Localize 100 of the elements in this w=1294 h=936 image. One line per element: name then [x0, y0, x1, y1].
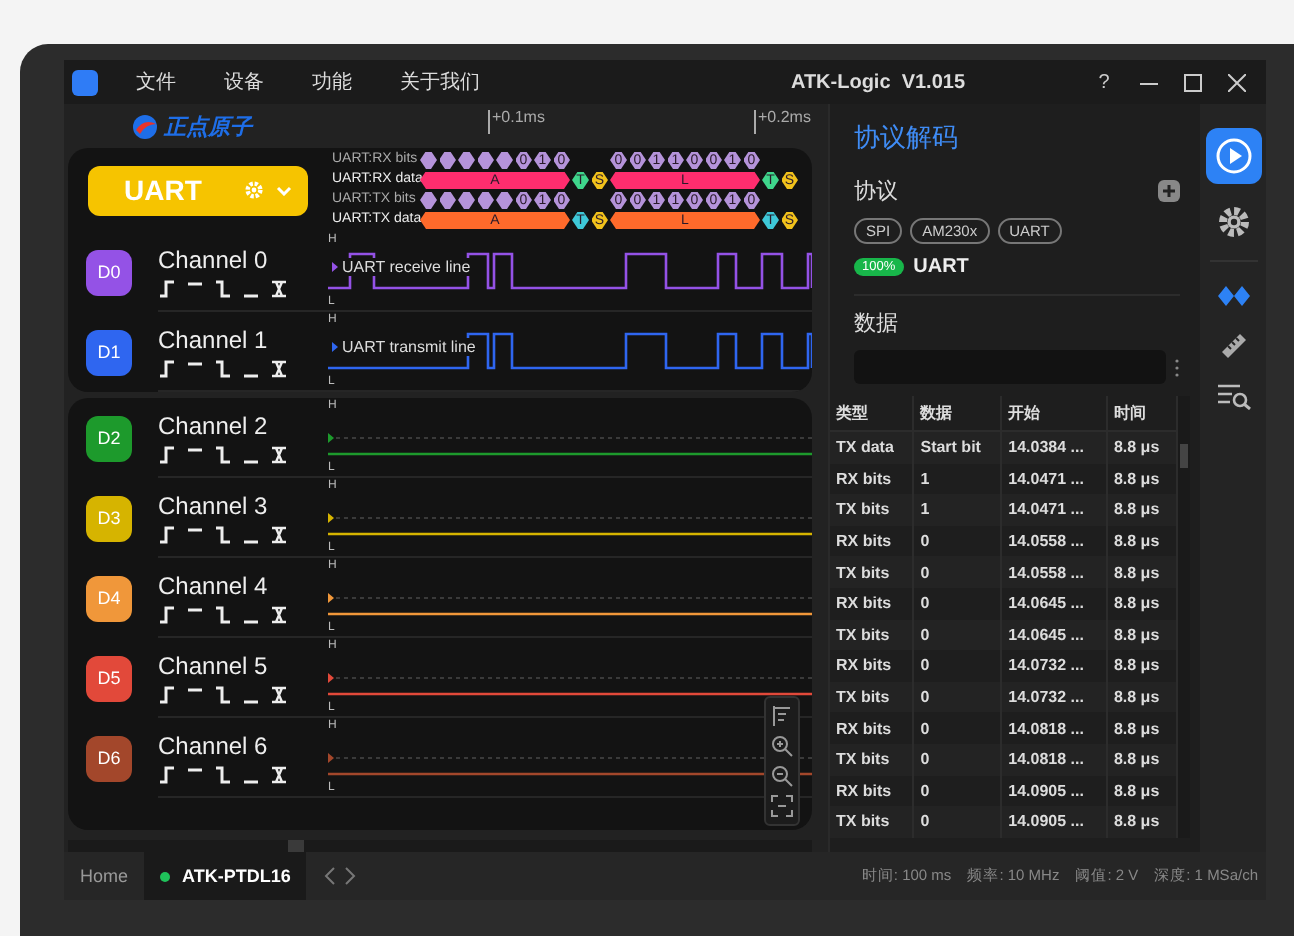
- fit-screen-icon[interactable]: [770, 794, 794, 818]
- falling-edge-icon[interactable]: [214, 279, 232, 297]
- time-tick-label: +0.1ms: [488, 110, 545, 134]
- any-edge-icon[interactable]: [270, 525, 288, 543]
- chevron-left-icon[interactable]: [322, 866, 337, 886]
- any-edge-icon[interactable]: [270, 685, 288, 703]
- channel-name: Channel 6: [158, 731, 270, 759]
- table-cell: 1: [913, 494, 1002, 526]
- table-cell: 14.0558 ...: [1001, 556, 1107, 588]
- table-cell: 8.8 μs: [1106, 619, 1177, 651]
- channel-marker-icon: [328, 593, 334, 603]
- rising-edge-icon[interactable]: [158, 445, 176, 463]
- channel-badge[interactable]: D5: [86, 655, 132, 701]
- channel-badge[interactable]: D2: [86, 415, 132, 461]
- chevron-right-icon[interactable]: [344, 866, 359, 886]
- table-cell: 14.0384 ...: [1001, 431, 1107, 464]
- table-cell: 8.8 μs: [1106, 431, 1177, 464]
- logo-swirl-icon: [132, 113, 158, 139]
- more-options-icon[interactable]: [1174, 357, 1180, 377]
- channel-annotation: UART receive line: [340, 258, 473, 276]
- channel-marker-icon: [332, 262, 338, 272]
- horizontal-scrollbar[interactable]: [68, 840, 812, 852]
- settings-icon: [244, 180, 264, 200]
- rising-edge-icon[interactable]: [158, 765, 176, 783]
- table-cell: TX bits: [830, 743, 914, 776]
- any-edge-icon[interactable]: [270, 279, 288, 297]
- rising-edge-icon[interactable]: [158, 359, 176, 377]
- ruler-icon[interactable]: [1217, 330, 1249, 362]
- falling-edge-icon[interactable]: [214, 765, 232, 783]
- table-cell: 8.8 μs: [1106, 681, 1177, 713]
- any-edge-icon[interactable]: [270, 765, 288, 783]
- play-icon: [1215, 138, 1251, 174]
- table-cell: TX bits: [830, 806, 914, 838]
- table-cell: 14.0818 ...: [1001, 743, 1107, 776]
- table-cell: 14.0471 ...: [1001, 494, 1107, 526]
- help-button[interactable]: ?: [1082, 66, 1126, 98]
- trigger-position-icon[interactable]: [770, 704, 794, 728]
- channel-marker-icon: [328, 753, 334, 763]
- app-logo-icon: [72, 69, 98, 95]
- window-title: ATK-Logic V1.015: [790, 71, 966, 93]
- menu-item[interactable]: 功能: [298, 68, 366, 96]
- table-cell: Start bit: [913, 431, 1002, 464]
- channel-badge[interactable]: D6: [86, 735, 132, 781]
- decoder-waves-icon[interactable]: [1215, 282, 1251, 310]
- table-cell: TX bits: [830, 494, 914, 526]
- table-cell: TX bits: [830, 556, 914, 588]
- falling-edge-icon[interactable]: [214, 445, 232, 463]
- channel-name: Channel 1: [158, 325, 270, 353]
- table-cell: 0: [913, 681, 1002, 713]
- channel-name: Channel 0: [158, 245, 270, 273]
- table-cell: 8.8 μs: [1106, 494, 1177, 526]
- zoom-in-icon[interactable]: [770, 734, 794, 758]
- menu-item[interactable]: 文件: [122, 68, 190, 96]
- panel-title: 协议解码: [854, 120, 960, 156]
- table-cell: 8.8 μs: [1106, 743, 1177, 776]
- any-edge-icon[interactable]: [270, 605, 288, 623]
- zoom-out-icon[interactable]: [770, 764, 794, 788]
- channel-marker-icon: [328, 513, 334, 523]
- rising-edge-icon[interactable]: [158, 279, 176, 297]
- rising-edge-icon[interactable]: [158, 525, 176, 543]
- menu-item[interactable]: 关于我们: [386, 68, 494, 96]
- table-cell: 8.8 μs: [1106, 556, 1177, 588]
- channel-name: Channel 4: [158, 571, 270, 599]
- run-button[interactable]: [1205, 128, 1261, 184]
- falling-edge-icon[interactable]: [214, 605, 232, 623]
- table-cell: TX data: [830, 431, 914, 464]
- falling-edge-icon[interactable]: [214, 685, 232, 703]
- settings-icon[interactable]: [1215, 204, 1251, 240]
- tab[interactable]: Home: [64, 852, 145, 900]
- caret-icon: [276, 185, 292, 195]
- section-heading: 协议: [854, 178, 898, 206]
- channel-name: Channel 3: [158, 491, 270, 519]
- channel-annotation: UART transmit line: [340, 338, 478, 356]
- channel-badge[interactable]: D0: [86, 249, 132, 295]
- list-search-icon[interactable]: [1215, 382, 1251, 410]
- table-cell: 0: [913, 619, 1002, 651]
- table-cell: 0: [913, 556, 1002, 588]
- section-heading: 数据: [854, 310, 900, 338]
- table-cell: 0: [913, 806, 1002, 838]
- menu-item[interactable]: 设备: [210, 68, 278, 96]
- brand-logo-text: 正点原子: [164, 113, 252, 141]
- table-cell: TX bits: [830, 619, 914, 651]
- table-cell: 14.0732 ...: [1001, 681, 1107, 713]
- add-icon[interactable]: [1158, 180, 1180, 202]
- channel-badge[interactable]: D1: [86, 329, 132, 375]
- table-cell: TX bits: [830, 681, 914, 713]
- table-cell: 0: [913, 743, 1002, 776]
- falling-edge-icon[interactable]: [214, 359, 232, 377]
- rising-edge-icon[interactable]: [158, 605, 176, 623]
- table-cell: 8.8 μs: [1106, 806, 1177, 838]
- vertical-scrollbar[interactable]: [1178, 396, 1190, 838]
- channel-name: Channel 5: [158, 651, 270, 679]
- table-cell: 14.0645 ...: [1001, 619, 1107, 651]
- time-tick-label: +0.2ms: [754, 110, 811, 134]
- channel-name: Channel 2: [158, 411, 270, 439]
- rising-edge-icon[interactable]: [158, 685, 176, 703]
- any-edge-icon[interactable]: [270, 359, 288, 377]
- falling-edge-icon[interactable]: [214, 525, 232, 543]
- any-edge-icon[interactable]: [270, 445, 288, 463]
- tab[interactable]: ATK-PTDL16: [144, 852, 307, 900]
